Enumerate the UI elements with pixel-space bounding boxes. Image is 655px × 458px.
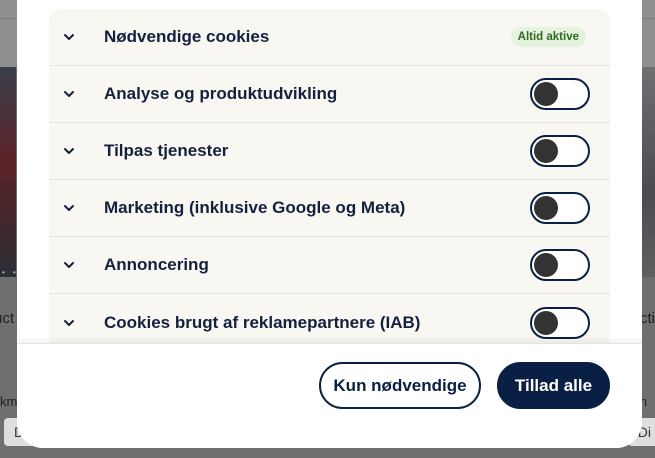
toggle-knob [534,139,558,163]
cookie-category-label: Annoncering [104,255,209,274]
background-spec-left: km [0,394,18,409]
necessary-only-button[interactable]: Kun nødvendige [319,362,481,409]
chevron-down-icon[interactable] [62,30,76,44]
cookie-category-label: Analyse og produktudvikling [104,84,338,103]
personalization-toggle[interactable] [530,135,590,167]
toggle-knob [534,82,558,106]
toggle-knob [534,196,558,220]
analytics-toggle[interactable] [530,78,590,110]
cookie-category-label: Nødvendige cookies [104,27,270,46]
cookie-category-label: Tilpas tjenester [104,141,229,160]
chevron-down-icon[interactable] [62,87,76,101]
cookie-category-label: Cookies brugt af reklamepartnere (IAB) [104,312,421,332]
toggle-knob [534,253,558,277]
cookie-category-analytics[interactable]: Analyse og produktudvikling [49,66,610,123]
background-card-title-right: cti [640,310,655,327]
chevron-down-icon[interactable] [62,258,76,272]
cookie-category-list: Nødvendige cookies Altid aktive Analyse … [49,9,610,351]
cookie-category-marketing[interactable]: Marketing (inklusive Google og Meta) [49,180,610,237]
background-car-photo-left [0,67,16,277]
always-active-badge: Altid aktive [510,27,586,47]
iab-partners-toggle[interactable] [530,306,590,339]
cookie-category-necessary[interactable]: Nødvendige cookies Altid aktive [49,9,610,66]
background-card-title-left: uct [0,310,15,327]
modal-footer: Kun nødvendige Tillad alle [17,343,642,448]
chevron-down-icon[interactable] [62,316,76,330]
chevron-down-icon[interactable] [62,201,76,215]
marketing-toggle[interactable] [530,192,590,224]
cookie-category-label: Marketing (inklusive Google og Meta) [104,198,406,217]
cookie-category-personalization[interactable]: Tilpas tjenester [49,123,610,180]
advertising-toggle[interactable] [530,249,590,281]
cookie-category-advertising[interactable]: Annoncering [49,237,610,294]
chevron-down-icon[interactable] [62,144,76,158]
cookie-consent-modal: Nødvendige cookies Altid aktive Analyse … [17,0,642,448]
toggle-knob [534,310,558,335]
background-car-photo-right [641,67,655,277]
allow-all-button[interactable]: Tillad alle [497,362,610,409]
